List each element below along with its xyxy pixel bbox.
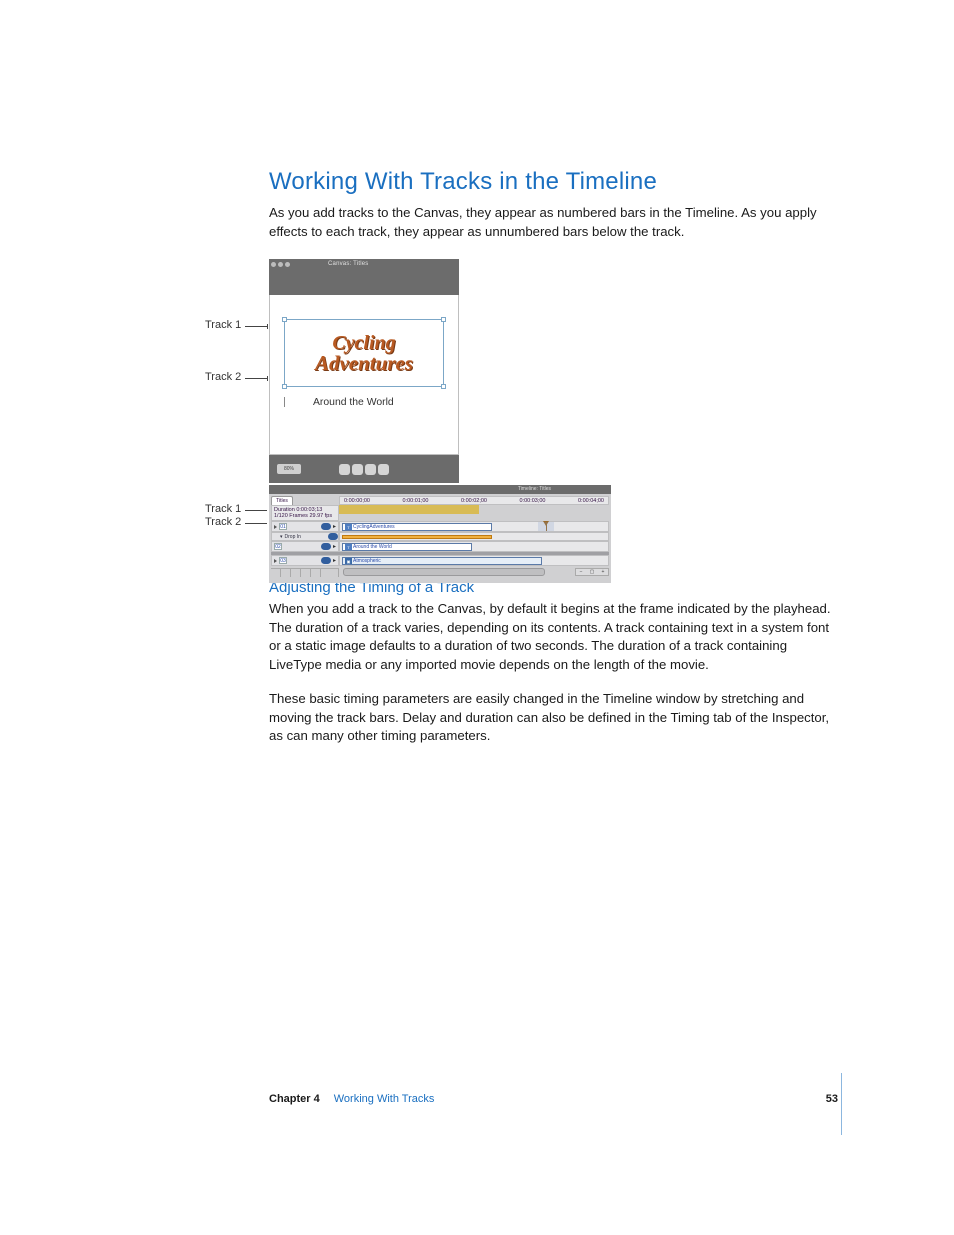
clip-type-icon: T xyxy=(345,544,352,550)
clip-label: Around the World xyxy=(353,544,392,550)
track-number: 01 xyxy=(279,523,287,530)
disclose-icon[interactable] xyxy=(274,525,277,529)
callout-timeline-track2: Track 2 xyxy=(205,516,241,528)
timeline-fps: 1/120 Frames 29.97 fps xyxy=(274,513,336,519)
effect-bar[interactable] xyxy=(342,535,492,539)
timeline-scrollbar[interactable] xyxy=(343,568,545,576)
zoom-chip[interactable]: 80% xyxy=(277,464,301,474)
canvas-track1-box[interactable]: Cycling Adventures xyxy=(284,319,444,387)
track-number: 02 xyxy=(274,543,282,550)
figure: Track 1 Track 2 Track 1 Track 2 xyxy=(213,259,839,559)
canvas-title-line2: Adventures xyxy=(315,353,413,374)
transport-buttons[interactable] xyxy=(339,464,389,475)
ruler-tick: 0:00:00;00 xyxy=(344,498,370,504)
clip-type-icon: ▣ xyxy=(345,558,352,564)
transport-play-icon[interactable] xyxy=(352,464,363,475)
clip-label: CyclingAdventures xyxy=(353,524,395,530)
section-heading: Working With Tracks in the Timeline xyxy=(269,168,839,196)
footer-chapter: Chapter 4 xyxy=(269,1093,320,1105)
ruler-tick: 0:00:01;00 xyxy=(403,498,429,504)
timeline-effect-header[interactable]: ▾ Drop In xyxy=(271,532,339,541)
timeline-clip[interactable]: T CyclingAdventures xyxy=(342,523,492,531)
timeline-tab[interactable]: Titles xyxy=(271,496,293,505)
canvas-toolbar: 80% xyxy=(269,455,459,483)
ruler-tick: 0:00:03;00 xyxy=(520,498,546,504)
intro-paragraph: As you add tracks to the Canvas, they ap… xyxy=(269,204,839,241)
timeline-track-header[interactable]: 02 ▸ xyxy=(271,541,339,552)
timeline-zoom[interactable]: − ▢ + xyxy=(575,568,609,576)
canvas-track2-box[interactable]: Around the World xyxy=(284,395,444,409)
body-paragraph: When you add a track to the Canvas, by d… xyxy=(269,600,839,674)
timeline-ruler[interactable]: 0:00:00;00 0:00:01;00 0:00:02;00 0:00:03… xyxy=(339,496,609,505)
zoom-fit-icon[interactable]: ▢ xyxy=(590,569,595,575)
zoom-in-icon[interactable]: + xyxy=(602,569,605,575)
timeline-track-header[interactable]: 03 ▸ xyxy=(271,555,339,566)
timeline-footer-tools[interactable] xyxy=(271,568,339,577)
clip-label: Atmospheric xyxy=(353,558,381,564)
footer-page-number: 53 xyxy=(826,1093,838,1105)
visibility-icon[interactable] xyxy=(321,543,331,550)
page-footer: Chapter 4 Working With Tracks 53 xyxy=(269,1093,838,1105)
canvas-titlebar: Canvas: Titles xyxy=(269,259,459,269)
timeline-track-row[interactable]: T Around the World xyxy=(339,541,609,552)
body-paragraph: These basic timing parameters are easily… xyxy=(269,690,839,746)
menu-icon[interactable]: ▸ xyxy=(333,523,336,530)
timeline-clip[interactable]: T Around the World xyxy=(342,543,472,551)
timeline-track-header[interactable]: 01 ▸ xyxy=(271,521,339,532)
timeline-window: Timeline: Titles Titles Duration 0:00:03… xyxy=(269,485,611,583)
clip-type-icon: T xyxy=(345,524,352,530)
zoom-out-icon[interactable]: − xyxy=(580,569,583,575)
timeline-clip[interactable]: ▣ Atmospheric xyxy=(342,557,542,565)
canvas-title-line1: Cycling xyxy=(315,333,413,353)
timeline-meta: Duration 0:00:03;13 1/120 Frames 29.97 f… xyxy=(271,505,339,521)
transport-loop-icon[interactable] xyxy=(378,464,389,475)
window-controls[interactable] xyxy=(271,262,290,267)
callout-timeline-track1: Track 1 xyxy=(205,503,241,515)
canvas-subtitle: Around the World xyxy=(313,397,394,408)
canvas-area[interactable]: Cycling Adventures Around the World xyxy=(269,295,459,455)
canvas-window: Canvas: Titles Cycling Adventures Around… xyxy=(269,259,459,483)
selection-range xyxy=(538,522,554,531)
timeline-work-area[interactable] xyxy=(339,505,479,514)
menu-icon[interactable]: ▸ xyxy=(333,543,336,550)
transport-prev-icon[interactable] xyxy=(339,464,350,475)
callout-label: Track 2 xyxy=(205,516,241,528)
timeline-window-title: Timeline: Titles xyxy=(518,485,551,494)
visibility-icon[interactable] xyxy=(321,557,331,564)
timeline-track-row[interactable]: ▣ Atmospheric xyxy=(339,555,609,566)
footer-chapter-title: Working With Tracks xyxy=(334,1093,435,1105)
visibility-icon[interactable] xyxy=(328,533,338,540)
callout-canvas-track2: Track 2 xyxy=(205,371,241,383)
ruler-tick: 0:00:04;00 xyxy=(578,498,604,504)
ruler-tick: 0:00:02;00 xyxy=(461,498,487,504)
disclose-icon[interactable] xyxy=(274,559,277,563)
visibility-icon[interactable] xyxy=(321,523,331,530)
menu-icon[interactable]: ▸ xyxy=(333,557,336,564)
timeline-effect-row[interactable] xyxy=(339,532,609,541)
callout-label: Track 1 xyxy=(205,319,241,331)
timeline-titlebar: Timeline: Titles xyxy=(269,485,611,494)
transport-next-icon[interactable] xyxy=(365,464,376,475)
callout-label: Track 1 xyxy=(205,503,241,515)
track-number: 03 xyxy=(279,557,287,564)
callout-canvas-track1: Track 1 xyxy=(205,319,241,331)
timeline-track-row[interactable]: T CyclingAdventures xyxy=(339,521,609,532)
effect-label: Drop In xyxy=(285,534,301,540)
canvas-window-title: Canvas: Titles xyxy=(328,261,368,267)
footer-rule xyxy=(841,1073,842,1135)
callout-label: Track 2 xyxy=(205,371,241,383)
